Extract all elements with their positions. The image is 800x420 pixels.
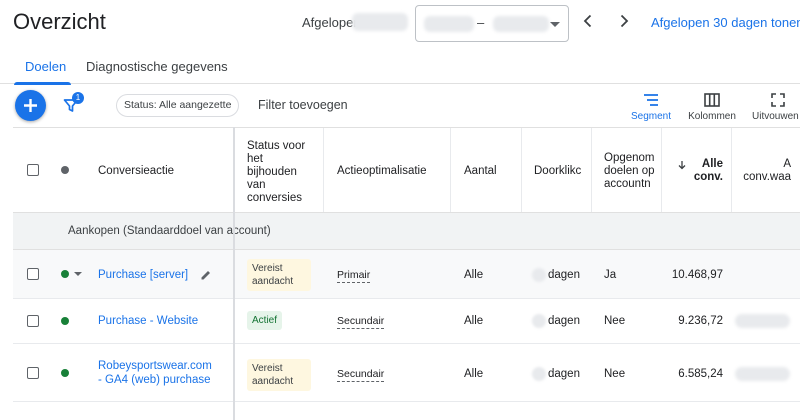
- segment-button[interactable]: Segment: [626, 92, 676, 122]
- all-conversions-value: 10.468,97: [671, 269, 723, 281]
- window-unit: dagen: [548, 269, 580, 281]
- link-line: Robeysportswear.com: [98, 360, 212, 372]
- header-count[interactable]: Aantal: [464, 165, 497, 178]
- count-value: Alle: [464, 269, 484, 281]
- segment-label: Segment: [630, 111, 672, 122]
- included-value: Nee: [604, 315, 626, 327]
- filter-count-badge: 1: [72, 92, 84, 104]
- redacted-number: [532, 314, 546, 328]
- status-dot-green: [61, 317, 69, 325]
- page-title: Overzicht: [13, 9, 106, 34]
- row-checkbox[interactable]: [27, 315, 39, 327]
- included-value: Nee: [604, 368, 626, 380]
- optimization-value[interactable]: Secundair: [337, 367, 385, 382]
- all-conversions-value: 6.585,24: [678, 368, 723, 380]
- header-tracking-status[interactable]: Status voor het bijhouden van conversies: [247, 140, 305, 205]
- header-line: Opgenom: [604, 152, 655, 164]
- badge-text: Vereist aandacht: [252, 363, 294, 387]
- window-unit: dagen: [548, 315, 580, 327]
- tab-goals[interactable]: Doelen: [25, 59, 66, 74]
- header-line: van: [247, 179, 266, 191]
- badge-text: Vereist aandacht: [252, 263, 294, 287]
- add-button[interactable]: [15, 90, 46, 121]
- header-action-optimization[interactable]: Actieoptimalisatie: [337, 165, 426, 178]
- redacted-conversion-value: [735, 367, 790, 381]
- conversion-action-link[interactable]: Purchase - Website: [98, 314, 198, 328]
- status-dot-green: [61, 369, 69, 377]
- redacted-end-date: [493, 16, 549, 32]
- active-tab-indicator: [14, 82, 71, 85]
- date-range-picker[interactable]: –: [415, 5, 569, 42]
- dropdown-caret-icon: [550, 22, 560, 27]
- status-badge-warning: Vereist aandacht: [247, 359, 311, 391]
- redacted-start-date: [424, 16, 474, 32]
- header-line: conversies: [247, 192, 302, 204]
- tab-diagnostics[interactable]: Diagnostische gegevens: [86, 59, 228, 74]
- optimization-label[interactable]: Primair: [337, 269, 371, 283]
- header-all-conversions[interactable]: Alle conv.: [677, 158, 723, 184]
- table-row: Purchase [server] Vereist aandacht Prima…: [13, 250, 800, 299]
- row-checkbox[interactable]: [27, 367, 39, 379]
- header-line: A: [783, 158, 791, 170]
- link-line: - GA4 (web) purchase: [98, 374, 211, 386]
- redacted-text: [352, 13, 408, 31]
- header-line: conv.: [693, 171, 723, 183]
- columns-icon: [704, 93, 720, 107]
- table-row: Purchase - Website Actief Secundair Alle…: [13, 299, 800, 344]
- optimization-value[interactable]: Secundair: [337, 314, 385, 329]
- included-value: Ja: [604, 269, 617, 281]
- redacted-conversion-value: [735, 314, 790, 328]
- sort-arrow-down-icon: [678, 161, 686, 170]
- status-badge-active: Actief: [247, 311, 283, 330]
- optimization-label[interactable]: Secundair: [337, 368, 385, 382]
- optimization-label[interactable]: Secundair: [337, 315, 385, 329]
- header-line: conv.waa: [743, 171, 791, 183]
- header-line: accountn: [604, 178, 651, 190]
- select-all-checkbox[interactable]: [27, 164, 39, 176]
- add-filter-button[interactable]: Filter toevoegen: [258, 98, 348, 112]
- count-value: Alle: [464, 315, 484, 327]
- expand-icon: [771, 93, 785, 107]
- header-included-in-goals[interactable]: Opgenom doelen op accountn: [604, 152, 659, 191]
- redacted-number: [532, 367, 546, 381]
- add-icon: [24, 99, 37, 112]
- window-unit: dagen: [548, 368, 580, 380]
- chevron-right-icon[interactable]: [614, 11, 634, 31]
- columns-button[interactable]: Kolommen: [684, 92, 740, 122]
- header-click-through-window[interactable]: Doorklikc: [534, 165, 581, 178]
- group-header-row: Aankopen (Standaarddoel van account): [13, 212, 800, 250]
- row-dropdown-caret-icon[interactable]: [74, 272, 82, 276]
- columns-label: Kolommen: [688, 111, 736, 122]
- tab-bar: Doelen Diagnostische gegevens: [0, 48, 800, 84]
- status-filter-chip[interactable]: Status: Alle aangezette: [116, 94, 240, 117]
- header-conversion-value[interactable]: A conv.waa: [739, 158, 791, 184]
- redacted-number: [532, 268, 546, 282]
- show-last-30-days-link[interactable]: Afgelopen 30 dagen tonen: [651, 15, 800, 30]
- date-separator: –: [477, 15, 485, 30]
- frozen-column-divider[interactable]: [233, 127, 235, 420]
- status-dot-header: [61, 166, 69, 174]
- row-checkbox[interactable]: [27, 268, 39, 280]
- expand-label: Uitvouwen: [752, 111, 799, 122]
- header-conversion-action[interactable]: Conversieactie: [98, 165, 174, 178]
- header-line: doelen op: [604, 165, 655, 177]
- segment-icon: [644, 94, 658, 106]
- conversion-action-link[interactable]: Robeysportswear.com - GA4 (web) purchase: [98, 359, 212, 387]
- count-value: Alle: [464, 368, 484, 380]
- group-label: Aankopen (Standaarddoel van account): [68, 225, 271, 237]
- status-badge-warning: Vereist aandacht: [247, 259, 311, 291]
- status-dot-green: [61, 270, 69, 278]
- header-line: Status voor: [247, 140, 306, 152]
- all-conversions-value: 9.236,72: [678, 315, 723, 327]
- table-row: Robeysportswear.com - GA4 (web) purchase…: [13, 344, 800, 402]
- chevron-left-icon[interactable]: [578, 11, 598, 31]
- header-line: bijhouden: [247, 166, 297, 178]
- header-line: het: [247, 153, 263, 165]
- table-header: Conversieactie Status voor het bijhouden…: [13, 127, 800, 212]
- expand-button[interactable]: Uitvouwen: [748, 92, 800, 122]
- optimization-value[interactable]: Primair: [337, 268, 371, 283]
- pencil-icon[interactable]: [200, 268, 212, 280]
- conversion-action-link[interactable]: Purchase [server]: [98, 268, 188, 282]
